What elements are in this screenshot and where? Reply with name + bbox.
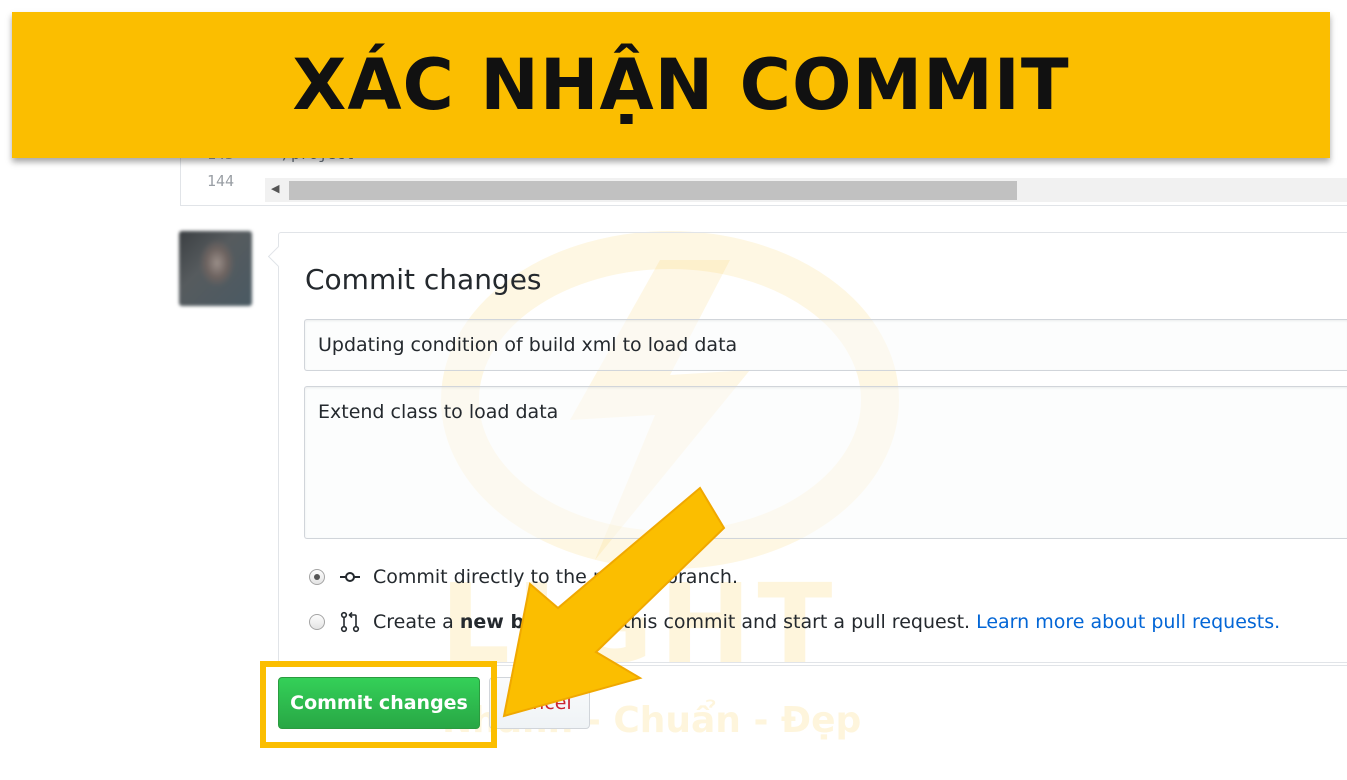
option-new-branch[interactable]: Create a new branch for this commit and … xyxy=(309,611,1280,633)
horizontal-scrollbar[interactable]: ◀ xyxy=(265,178,1347,202)
learn-more-link[interactable]: Learn more about pull requests. xyxy=(976,611,1280,633)
option-prefix: Create a xyxy=(373,611,454,633)
cancel-button[interactable]: Cancel xyxy=(489,677,590,729)
title-banner: XÁC NHẬN COMMIT xyxy=(12,12,1330,158)
panel-pointer xyxy=(267,245,290,268)
option-suffix: for this commit and start a pull request… xyxy=(590,611,971,633)
radio-new-branch[interactable] xyxy=(309,614,325,630)
banner-title: XÁC NHẬN COMMIT xyxy=(292,44,1070,126)
option-commit-directly-label: Commit directly to the master branch. xyxy=(373,566,739,588)
radio-commit-directly[interactable] xyxy=(309,569,325,585)
avatar[interactable] xyxy=(179,231,252,306)
line-number: 144 xyxy=(207,172,235,190)
commit-description-textarea[interactable]: Extend class to load data xyxy=(304,386,1347,539)
commit-panel: Commit changes Updating condition of bui… xyxy=(267,232,1347,666)
scrollbar-thumb[interactable] xyxy=(289,181,1017,200)
option-bold: new branch xyxy=(459,611,585,633)
option-new-branch-label: Create a new branch for this commit and … xyxy=(373,611,970,633)
git-commit-icon xyxy=(340,572,360,582)
commit-summary-input[interactable]: Updating condition of build xml to load … xyxy=(304,319,1347,371)
scroll-left-arrow-icon[interactable]: ◀ xyxy=(271,182,279,195)
commit-changes-button[interactable]: Commit changes xyxy=(278,677,480,729)
option-commit-directly[interactable]: Commit directly to the master branch. xyxy=(309,566,738,588)
form-divider xyxy=(278,662,1347,663)
panel-title: Commit changes xyxy=(305,263,542,296)
git-pull-request-icon xyxy=(340,611,360,633)
